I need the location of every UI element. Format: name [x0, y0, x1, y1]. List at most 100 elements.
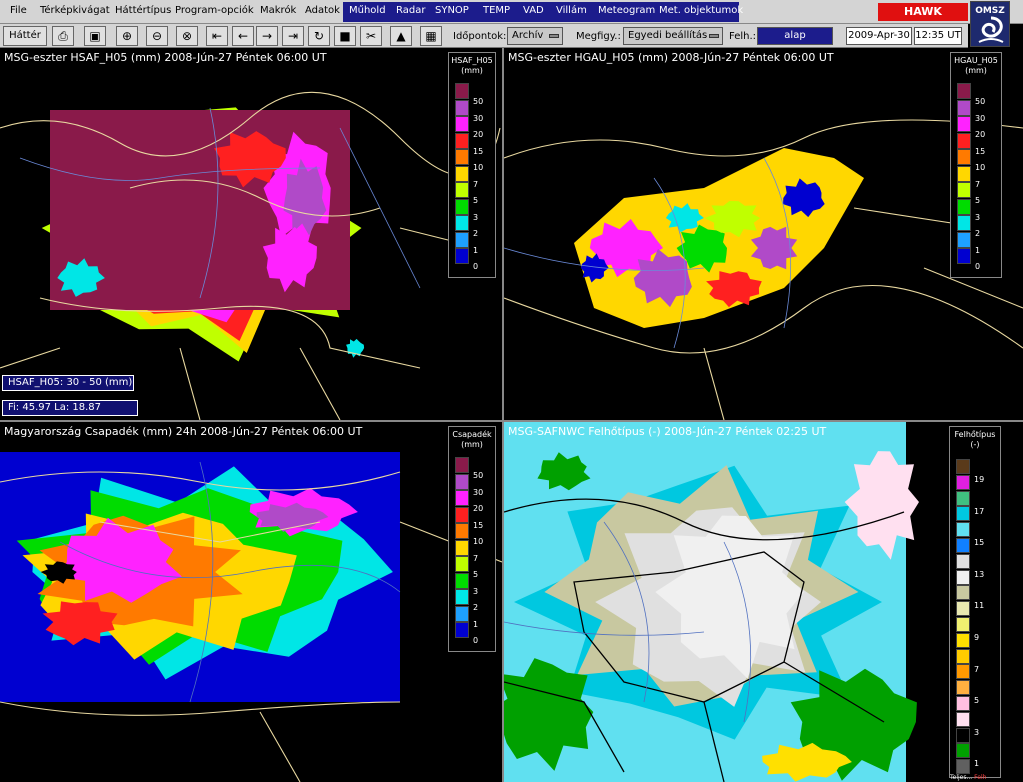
legend-label: 7	[473, 179, 479, 189]
legend-label: 2	[473, 603, 479, 612]
map-panel-hsaf[interactable]: MSG-eszter HSAF_H05 (mm) 2008-Jún-27 Pén…	[0, 48, 502, 420]
map-panel-hgau[interactable]: MSG-eszter HGAU_H05 (mm) 2008-Jún-27 Pén…	[504, 48, 1023, 420]
background-button[interactable]: Háttér	[3, 26, 47, 46]
next-icon[interactable]: →	[256, 26, 278, 46]
menu-item[interactable]: Háttértípus	[115, 5, 171, 16]
menu-item[interactable]: VAD	[523, 5, 544, 16]
legend-swatch	[957, 182, 971, 198]
menu-item[interactable]: Program-opciók	[175, 5, 254, 16]
hgau-map-canvas[interactable]	[504, 48, 1023, 420]
legend-label: 1	[975, 245, 981, 255]
precip-map-canvas[interactable]	[0, 422, 502, 782]
border-line	[0, 701, 401, 716]
river-line	[339, 127, 421, 289]
legend-label: 5	[974, 696, 980, 706]
omsz-logo: OMSZ	[970, 1, 1010, 47]
legend-label: 13	[974, 569, 985, 579]
legend-label: 15	[473, 146, 484, 156]
value-info-box: HSAF_H05: 30 - 50 (mm)	[2, 375, 134, 391]
legend-swatch	[956, 506, 970, 522]
footer-text-2: Felh	[974, 774, 987, 781]
legend-label: 1	[473, 245, 479, 255]
panel-divider-vertical[interactable]	[502, 48, 504, 782]
legend-swatch	[957, 116, 971, 132]
legend-swatch	[957, 248, 971, 264]
legend-label: 11	[974, 601, 985, 611]
last-icon[interactable]: ⇥	[282, 26, 304, 46]
map-panel-cloudtype[interactable]: MSG-SAFNWC Felhőtípus (-) 2008-Jún-27 Pé…	[504, 422, 1023, 782]
menu-item[interactable]: Meteogram	[598, 5, 655, 16]
menu-item[interactable]: Térképkivágat	[40, 5, 110, 16]
legend-label: 3	[473, 586, 479, 596]
legend-label: 0	[473, 636, 479, 645]
zoom-out-icon[interactable]: ⊖	[146, 26, 168, 46]
legend-swatch	[455, 605, 469, 622]
menu-item[interactable]: Műhold	[349, 5, 386, 16]
menu-item[interactable]: Radar	[396, 5, 425, 16]
legend-swatch	[956, 696, 970, 711]
menu-item[interactable]: SYNOP	[435, 5, 469, 16]
legend-label: 1	[473, 619, 479, 629]
legend-swatch	[455, 198, 469, 215]
legend-label: 50	[473, 97, 484, 106]
footer-note: Teljes... Felh	[950, 774, 986, 781]
legend-swatch	[455, 132, 469, 149]
user-field[interactable]: alap	[757, 27, 833, 45]
zoom-in-icon[interactable]: ⊕	[116, 26, 138, 46]
menu-item[interactable]: Adatok	[305, 5, 340, 16]
menu-item[interactable]: File	[10, 5, 27, 16]
zoom-reset-icon[interactable]: ⊗	[176, 26, 198, 46]
legend-title: HGAU_H05 (mm)	[954, 56, 998, 75]
legend-swatch	[957, 132, 971, 149]
stop-icon[interactable]: ■	[334, 26, 356, 46]
legend-label: 30	[975, 113, 986, 123]
legend-label: 15	[974, 538, 985, 548]
panel-title-hsaf: MSG-eszter HSAF_H05 (mm) 2008-Jún-27 Pén…	[4, 51, 327, 64]
observation-dropdown[interactable]: Egyedi beállítás	[623, 27, 723, 45]
legend-swatch	[455, 622, 469, 638]
toolbar: Háttér ⎙ ▣ ⊕ ⊖ ⊗ ⇤ ← → ⇥ ↻ ■ ✂ ▲ ▦ Időpontok: Archív …	[0, 24, 968, 48]
legend-swatch	[455, 506, 469, 523]
legend-label: 7	[975, 179, 981, 189]
legend-swatch	[957, 215, 971, 231]
legend-swatch	[956, 727, 970, 743]
legend-label: 3	[974, 727, 980, 737]
loop-icon[interactable]: ↻	[308, 26, 330, 46]
legend-swatch	[956, 632, 970, 648]
legend-swatch	[455, 165, 469, 182]
scissors-icon[interactable]: ✂	[360, 26, 382, 46]
legend-label: 50	[975, 97, 986, 106]
menu-item[interactable]: Makrók	[260, 5, 296, 16]
legend-precip: Csapadék (mm) 50 30 20 15 10 7 5 3 2 1 0	[448, 426, 496, 652]
legend-swatch	[957, 165, 971, 182]
legend-swatch	[455, 99, 469, 116]
footer-text: Teljes...	[950, 774, 973, 781]
prev-icon[interactable]: ←	[232, 26, 254, 46]
menu-item[interactable]: TEMP	[483, 5, 510, 16]
legend-label: 2	[975, 229, 981, 238]
film-icon[interactable]: ▦	[420, 26, 442, 46]
menu-item[interactable]: Villám	[556, 5, 587, 16]
border-line	[259, 711, 301, 782]
menu-item[interactable]: Met. objektumok	[659, 5, 743, 16]
legend-swatch	[956, 474, 970, 490]
legend-hgau: HGAU_H05 (mm) 50 30 20 15 10 7 5 3 2 1 0	[950, 52, 1002, 278]
legend-swatch	[956, 711, 970, 727]
printer-icon[interactable]: ⎙	[52, 26, 74, 46]
legend-label: 7	[473, 553, 479, 563]
legend-swatch	[957, 83, 971, 99]
legend-label: 2	[473, 229, 479, 238]
legend-label: 10	[473, 537, 484, 546]
map-panel-precip[interactable]: Magyarország Csapadék (mm) 24h 2008-Jún-…	[0, 422, 502, 782]
legend-swatch	[455, 248, 469, 264]
first-icon[interactable]: ⇤	[206, 26, 228, 46]
archiv-dropdown[interactable]: Archív	[507, 27, 563, 45]
mountain-icon[interactable]: ▲	[390, 26, 412, 46]
hsaf-map-canvas[interactable]	[0, 48, 502, 420]
legend-label: 50	[473, 471, 484, 480]
cloudtype-map-canvas[interactable]	[504, 422, 1023, 782]
legend-swatch	[956, 553, 970, 569]
legend-title: Felhőtípus (-)	[954, 430, 996, 449]
panel-divider-horizontal[interactable]	[0, 420, 1023, 422]
save-icon[interactable]: ▣	[84, 26, 106, 46]
